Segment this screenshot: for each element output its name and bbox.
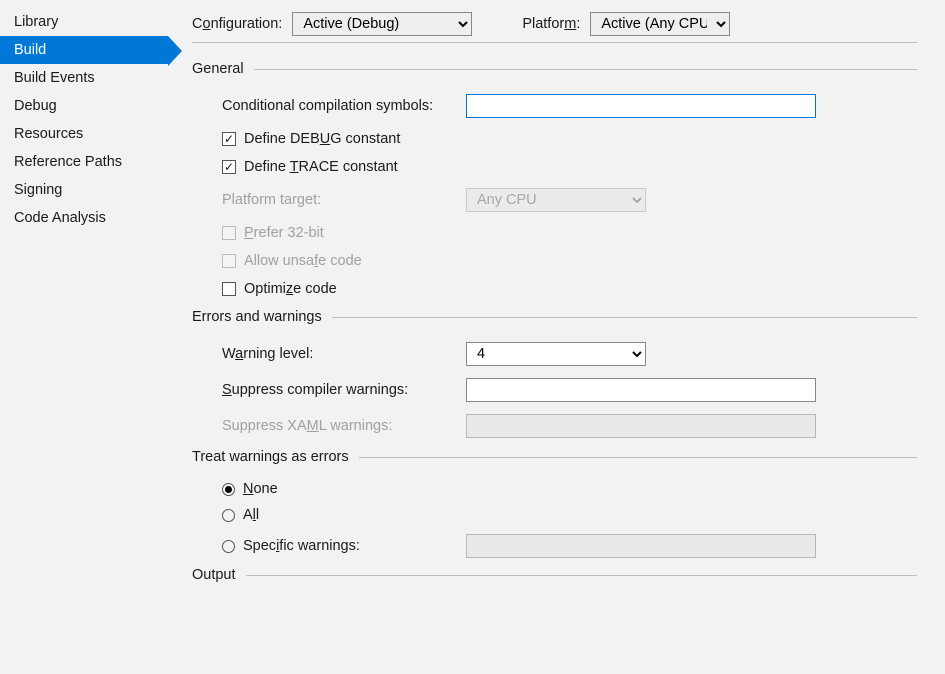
divider xyxy=(192,42,917,43)
sidebar-item-label: Build Events xyxy=(14,70,95,86)
main-panel: Configuration: Active (Debug) Platform: … xyxy=(168,0,945,674)
treat-specific-radio[interactable] xyxy=(222,540,235,553)
checkbox-label: Optimize code xyxy=(244,281,337,297)
suppress-warnings-label: Suppress compiler warnings: xyxy=(222,382,466,398)
sidebar-item-library[interactable]: Library xyxy=(0,8,168,36)
cond-symbols-label: Conditional compilation symbols: xyxy=(222,98,466,114)
cond-symbols-input[interactable] xyxy=(466,94,816,118)
checkbox-icon xyxy=(222,160,236,174)
checkbox-icon xyxy=(222,282,236,296)
sidebar-item-label: Code Analysis xyxy=(14,210,106,226)
sidebar-item-label: Debug xyxy=(14,98,57,114)
define-debug-checkbox[interactable]: Define DEBUG constant xyxy=(222,131,917,147)
treat-none-radio[interactable]: None xyxy=(222,481,917,497)
section-treat: Treat warnings as errors xyxy=(192,449,917,465)
checkbox-label: Allow unsafe code xyxy=(244,253,362,269)
checkbox-icon xyxy=(222,132,236,146)
allow-unsafe-checkbox: Allow unsafe code xyxy=(222,253,917,269)
radio-label: All xyxy=(243,507,259,523)
section-title: General xyxy=(192,61,244,77)
radio-icon xyxy=(222,509,235,522)
section-errors: Errors and warnings xyxy=(192,309,917,325)
checkbox-label: Prefer 32-bit xyxy=(244,225,324,241)
prefer-32bit-checkbox: Prefer 32-bit xyxy=(222,225,917,241)
warning-level-label: Warning level: xyxy=(222,346,466,362)
suppress-xaml-label: Suppress XAML warnings: xyxy=(222,418,466,434)
section-general: General xyxy=(192,61,917,77)
section-title: Output xyxy=(192,567,236,583)
platform-target-select: Any CPU xyxy=(466,188,646,212)
sidebar-item-signing[interactable]: Signing xyxy=(0,176,168,204)
radio-label: Specific warnings: xyxy=(243,538,360,554)
sidebar-item-label: Library xyxy=(14,14,58,30)
suppress-warnings-input[interactable] xyxy=(466,378,816,402)
section-title: Errors and warnings xyxy=(192,309,322,325)
sidebar-item-label: Resources xyxy=(14,126,83,142)
define-trace-checkbox[interactable]: Define TRACE constant xyxy=(222,159,917,175)
sidebar-item-debug[interactable]: Debug xyxy=(0,92,168,120)
specific-warnings-input xyxy=(466,534,816,558)
section-output: Output xyxy=(192,567,917,583)
treat-all-radio[interactable]: All xyxy=(222,507,917,523)
radio-label: None xyxy=(243,481,278,497)
platform-label: Platform: xyxy=(522,16,580,32)
platform-target-label: Platform target: xyxy=(222,192,466,208)
sidebar-item-label: Signing xyxy=(14,182,62,198)
checkbox-label: Define DEBUG constant xyxy=(244,131,400,147)
sidebar-item-resources[interactable]: Resources xyxy=(0,120,168,148)
sidebar-item-reference-paths[interactable]: Reference Paths xyxy=(0,148,168,176)
configuration-label: Configuration: xyxy=(192,16,282,32)
sidebar-item-code-analysis[interactable]: Code Analysis xyxy=(0,204,168,232)
radio-icon xyxy=(222,483,235,496)
sidebar: Library Build Build Events Debug Resourc… xyxy=(0,0,168,674)
suppress-xaml-input xyxy=(466,414,816,438)
checkbox-icon xyxy=(222,254,236,268)
checkbox-label: Define TRACE constant xyxy=(244,159,398,175)
checkbox-icon xyxy=(222,226,236,240)
optimize-code-checkbox[interactable]: Optimize code xyxy=(222,281,917,297)
configuration-select[interactable]: Active (Debug) xyxy=(292,12,472,36)
top-row: Configuration: Active (Debug) Platform: … xyxy=(192,12,917,36)
sidebar-item-label: Build xyxy=(14,42,46,58)
warning-level-select[interactable]: 4 xyxy=(466,342,646,366)
sidebar-item-label: Reference Paths xyxy=(14,154,122,170)
section-title: Treat warnings as errors xyxy=(192,449,349,465)
sidebar-item-build[interactable]: Build xyxy=(0,36,168,64)
platform-select[interactable]: Active (Any CPU) xyxy=(590,12,730,36)
sidebar-item-build-events[interactable]: Build Events xyxy=(0,64,168,92)
